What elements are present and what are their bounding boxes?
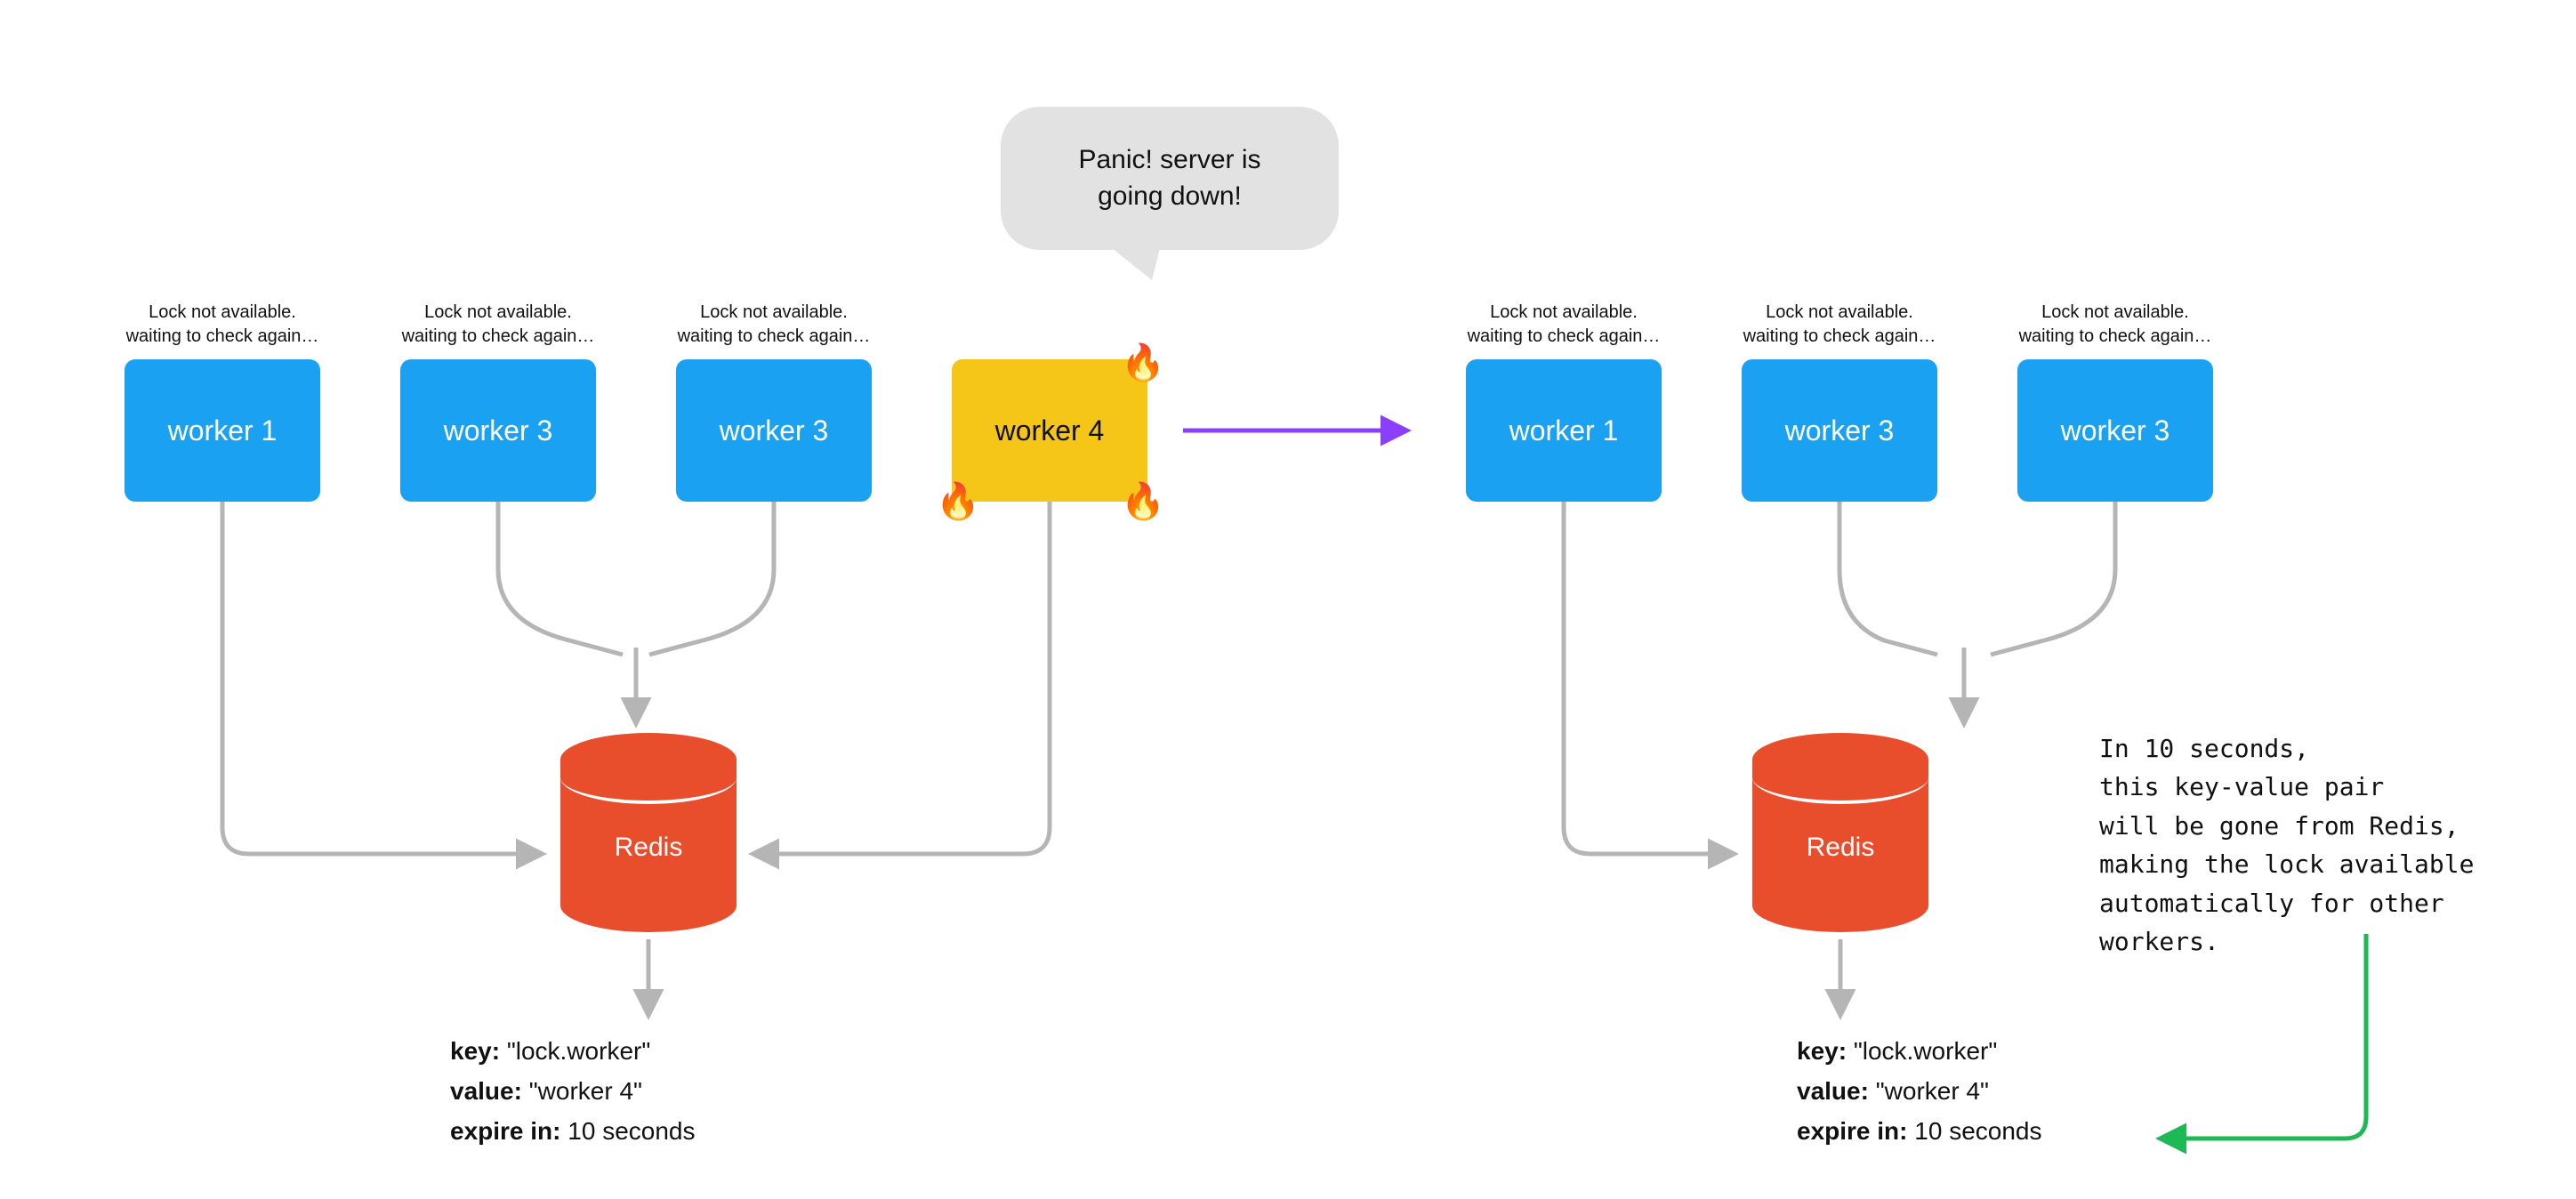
kv-key-label: key: <box>1797 1037 1847 1065</box>
kv-key-value: "lock.worker" <box>507 1037 650 1065</box>
worker-box: worker 3 <box>676 359 872 502</box>
fire-icon: 🔥 <box>936 484 980 519</box>
worker-label: worker 1 <box>1509 414 1619 447</box>
explain-line: automatically for other workers. <box>2099 884 2576 962</box>
worker-box: worker 3 <box>1742 359 1937 502</box>
worker-label: worker 3 <box>720 414 829 447</box>
worker-box: worker 3 <box>400 359 596 502</box>
kv-value-value: "worker 4" <box>1876 1077 1989 1105</box>
status-text: Lock not available. waiting to check aga… <box>391 301 605 349</box>
status-line-1: Lock not available. <box>149 302 296 322</box>
kv-expire-label: expire in: <box>1797 1117 1907 1145</box>
worker-box: worker 3 <box>2017 359 2213 502</box>
explain-line: In 10 seconds, <box>2099 729 2576 768</box>
diagram-canvas: Panic! server is going down! Lock not av… <box>0 0 2576 1199</box>
worker-label: worker 3 <box>444 414 553 447</box>
explanation-text: In 10 seconds, this key-value pair will … <box>2099 729 2576 961</box>
worker-label: worker 3 <box>2061 414 2170 447</box>
redis-label: Redis <box>1752 833 1928 863</box>
status-line-2: waiting to check again… <box>1743 326 1936 346</box>
status-text: Lock not available. waiting to check aga… <box>667 301 881 349</box>
worker-box: worker 1 <box>1466 359 1662 502</box>
explain-line: this key-value pair <box>2099 768 2576 806</box>
kv-expire-value: 10 seconds <box>1914 1117 2041 1145</box>
speech-line-1: Panic! server is <box>1054 142 1285 179</box>
status-line-1: Lock not available. <box>424 302 572 322</box>
kv-block: key: "lock.worker" value: "worker 4" exp… <box>1797 1032 2041 1151</box>
kv-key-value: "lock.worker" <box>1854 1037 1997 1065</box>
worker-label: worker 1 <box>168 414 278 447</box>
status-line-2: waiting to check again… <box>678 326 871 346</box>
status-line-1: Lock not available. <box>700 302 848 322</box>
status-text: Lock not available. waiting to check aga… <box>1457 301 1670 349</box>
redis-cylinder: Redis <box>1752 733 1928 932</box>
status-line-1: Lock not available. <box>2041 302 2189 322</box>
fire-icon: 🔥 <box>1121 484 1165 519</box>
status-line-2: waiting to check again… <box>1468 326 1661 346</box>
speech-bubble: Panic! server is going down! <box>1001 107 1339 250</box>
fire-icon: 🔥 <box>1121 345 1165 381</box>
status-line-1: Lock not available. <box>1766 302 1913 322</box>
worker-box-panic: worker 4 <box>952 359 1147 502</box>
redis-label: Redis <box>560 833 737 863</box>
kv-key-label: key: <box>450 1037 500 1065</box>
explain-line: will be gone from Redis, <box>2099 807 2576 845</box>
worker-box: worker 1 <box>125 359 320 502</box>
status-text: Lock not available. waiting to check aga… <box>2008 301 2222 349</box>
redis-cylinder: Redis <box>560 733 737 932</box>
worker-label: worker 4 <box>995 414 1105 447</box>
explain-line: making the lock available <box>2099 845 2576 883</box>
kv-value-label: value: <box>450 1077 522 1105</box>
speech-tail <box>1107 245 1161 280</box>
speech-line-2: going down! <box>1054 179 1285 215</box>
worker-label: worker 3 <box>1785 414 1895 447</box>
status-line-1: Lock not available. <box>1490 302 1638 322</box>
status-line-2: waiting to check again… <box>126 326 319 346</box>
kv-expire-label: expire in: <box>450 1117 560 1145</box>
status-text: Lock not available. waiting to check aga… <box>1733 301 1946 349</box>
status-line-2: waiting to check again… <box>402 326 595 346</box>
kv-value-value: "worker 4" <box>529 1077 642 1105</box>
kv-value-label: value: <box>1797 1077 1869 1105</box>
status-line-2: waiting to check again… <box>2019 326 2212 346</box>
status-text: Lock not available. waiting to check aga… <box>116 301 329 349</box>
kv-block: key: "lock.worker" value: "worker 4" exp… <box>450 1032 695 1151</box>
kv-expire-value: 10 seconds <box>568 1117 695 1145</box>
